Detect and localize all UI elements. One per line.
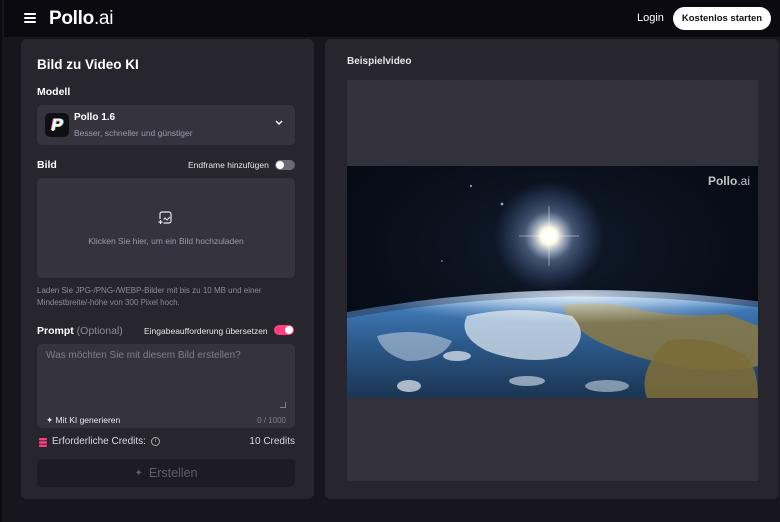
video-container: Pollo.ai <box>347 80 758 481</box>
prompt-label: Prompt (Optional) <box>37 325 123 337</box>
upload-instruction: Klicken Sie hier, um ein Bild hochzulade… <box>88 236 244 246</box>
model-description: Besser, schneller und günstiger <box>74 128 193 138</box>
brand-suffix: .ai <box>93 8 114 29</box>
credits-value: 10 Credits <box>249 436 295 447</box>
app-frame: Pollo.ai Login Kostenlos starten Bild zu… <box>0 0 780 522</box>
watermark-suffix: .ai <box>737 174 750 188</box>
upload-hint: Laden Sie JPG-/PNG-/WEBP-Bilder mit bis … <box>37 286 262 307</box>
preview-title: Beispielvideo <box>347 56 412 67</box>
create-button[interactable]: ✦ Erstellen <box>37 459 295 487</box>
watermark-brand: Pollo <box>707 174 738 188</box>
sparkle-icon: ✦ <box>46 415 54 425</box>
bottom-strip <box>10 507 780 522</box>
prompt-placeholder: Was möchten Sie mit diesem Bild erstelle… <box>46 350 241 361</box>
endframe-toggle[interactable] <box>275 160 295 170</box>
brand-name: Pollo <box>49 8 94 29</box>
preview-panel: Beispielvideo Pollo.ai <box>325 39 779 499</box>
create-label: Erstellen <box>148 466 198 480</box>
earth-from-space-image <box>347 166 758 398</box>
coins-icon <box>39 438 47 447</box>
start-free-button[interactable]: Kostenlos starten <box>673 7 771 30</box>
translate-toggle[interactable] <box>274 325 294 335</box>
video-watermark: Pollo.ai <box>708 174 750 188</box>
generator-panel: Bild zu Video KI Modell P Pollo 1.6 Bess… <box>21 39 314 499</box>
image-add-icon <box>157 211 172 225</box>
credits-label: Erforderliche Credits: <box>52 436 146 447</box>
prompt-label-text: Prompt <box>37 325 74 337</box>
image-label: Bild <box>37 159 57 171</box>
info-icon[interactable]: i <box>151 437 160 446</box>
chevron-down-icon <box>275 120 283 125</box>
model-selector[interactable]: P Pollo 1.6 Besser, schneller und günsti… <box>37 105 295 145</box>
panel-title: Bild zu Video KI <box>37 57 139 72</box>
image-upload-dropzone[interactable]: Klicken Sie hier, um ein Bild hochzulade… <box>37 178 295 278</box>
model-logo-icon: P <box>45 113 69 137</box>
prompt-textarea[interactable]: Was möchten Sie mit diesem Bild erstelle… <box>37 344 295 428</box>
login-link[interactable]: Login <box>637 12 664 24</box>
resize-handle-icon[interactable] <box>280 402 286 408</box>
top-navbar: Pollo.ai Login Kostenlos starten <box>4 0 780 37</box>
credits-row: Erforderliche Credits: i 10 Credits <box>37 436 295 450</box>
generate-with-ai-label: Mit KI generieren <box>55 415 121 425</box>
translate-toggle-label: Eingabeaufforderung übersetzen <box>144 326 268 336</box>
sparkle-icon: ✦ <box>134 467 143 479</box>
brand-logo[interactable]: Pollo.ai <box>49 8 113 30</box>
generate-with-ai-button[interactable]: ✦ Mit KI generieren <box>46 415 120 426</box>
hamburger-menu-icon[interactable] <box>24 13 36 23</box>
prompt-optional-text: (Optional) <box>76 325 123 337</box>
endframe-toggle-label: Endframe hinzufügen <box>188 160 269 170</box>
example-video[interactable]: Pollo.ai <box>347 166 758 398</box>
model-name: Pollo 1.6 <box>74 112 116 123</box>
char-counter: 0 / 1000 <box>257 416 286 425</box>
model-label: Modell <box>37 86 71 98</box>
